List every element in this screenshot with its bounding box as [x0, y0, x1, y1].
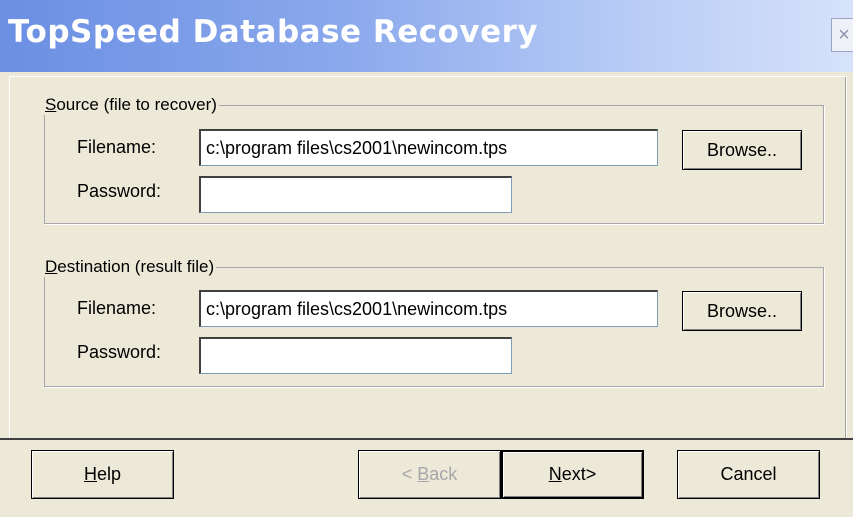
dialog-body: Source (file to recover) Filename: c:\pr… [9, 76, 847, 440]
destination-filename-field[interactable]: c:\program files\cs2001\newincom.tps [199, 290, 658, 327]
destination-group-label: Destination (result file) [43, 257, 217, 277]
source-group-label: Source (file to recover) [43, 95, 219, 115]
source-group: Source (file to recover) Filename: c:\pr… [43, 95, 824, 224]
source-password-field[interactable] [199, 176, 512, 213]
source-filename-field[interactable]: c:\program files\cs2001\newincom.tps [199, 129, 658, 166]
destination-password-field[interactable] [199, 337, 512, 374]
title-bar: TopSpeed Database Recovery × [0, 0, 853, 72]
window-title: TopSpeed Database Recovery [8, 14, 539, 50]
destination-group: Destination (result file) Filename: c:\p… [43, 257, 824, 387]
cancel-button[interactable]: Cancel [677, 450, 820, 499]
button-bar-divider [0, 438, 853, 440]
destination-browse-button[interactable]: Browse.. [682, 291, 802, 331]
help-button[interactable]: Help [31, 450, 174, 499]
back-button[interactable]: < Back [358, 450, 501, 499]
source-filename-label: Filename: [77, 137, 157, 157]
source-browse-button[interactable]: Browse.. [682, 130, 802, 170]
source-password-label: Password: [77, 181, 162, 201]
next-button[interactable]: Next> [501, 450, 644, 499]
destination-filename-label: Filename: [77, 298, 157, 318]
close-button[interactable]: × [831, 18, 853, 52]
destination-password-label: Password: [77, 342, 162, 362]
